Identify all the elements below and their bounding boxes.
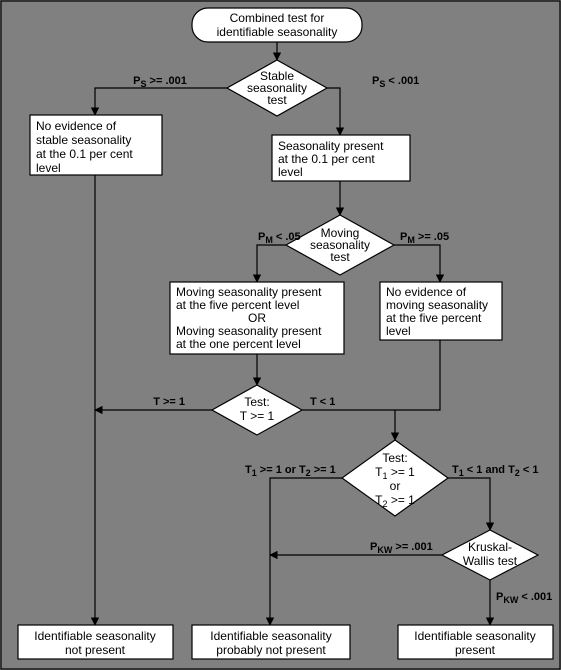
or2: present xyxy=(455,643,496,657)
edge-t12-and-lbl: T1 < 1 and T2 < 1 xyxy=(452,464,538,478)
om2: probably not present xyxy=(216,643,326,657)
t2l3: T2 >= 1 xyxy=(375,493,415,509)
mr1: No evidence of xyxy=(386,285,467,299)
or1: Identifiable seasonality xyxy=(414,629,535,643)
rs1: Seasonality present xyxy=(278,139,384,153)
t1b: T >= 1 xyxy=(240,409,275,423)
rs3: level xyxy=(278,165,303,179)
rs2: at the 0.1 per cent xyxy=(278,152,375,166)
kw-l1: Kruskal- xyxy=(468,540,512,554)
ls1: No evidence of xyxy=(36,119,117,133)
title-line1: Combined test for xyxy=(230,11,325,25)
mv3: test xyxy=(330,250,350,264)
ml2: at the five percent level xyxy=(176,298,299,312)
ml3: OR xyxy=(248,311,266,325)
kw-l2: Wallis test xyxy=(463,554,518,568)
ol1: Identifiable seasonality xyxy=(34,629,155,643)
ls3: at the 0.1 per cent xyxy=(36,147,133,161)
t2a: Test: xyxy=(382,451,407,465)
ml4: Moving seasonality present xyxy=(176,324,322,338)
mr2: moving seasonality xyxy=(386,298,488,312)
edge-t-ge1-lbl: T >= 1 xyxy=(153,396,185,408)
edge-t-lt1-lbl: T < 1 xyxy=(310,396,335,408)
edge-pm-lt: PM < .05 xyxy=(258,231,301,245)
ls2: stable seasonality xyxy=(36,133,131,147)
stable-l3: test xyxy=(267,93,287,107)
title-line2: identifiable seasonality xyxy=(217,25,338,39)
ml1: Moving seasonality present xyxy=(176,285,322,299)
t2l2: or xyxy=(390,479,401,493)
mr4: level xyxy=(386,324,411,338)
ml5: at the one percent level xyxy=(176,337,301,351)
om1: Identifiable seasonality xyxy=(210,629,331,643)
mr3: at the five percent xyxy=(386,311,482,325)
edge-t12-or-lbl: T1 >= 1 or T2 >= 1 xyxy=(245,464,336,478)
edge-ps-lt: PS < .001 xyxy=(372,75,419,89)
t1a: Test: xyxy=(244,395,269,409)
ls4: level xyxy=(36,161,61,175)
ol2: not present xyxy=(65,643,126,657)
